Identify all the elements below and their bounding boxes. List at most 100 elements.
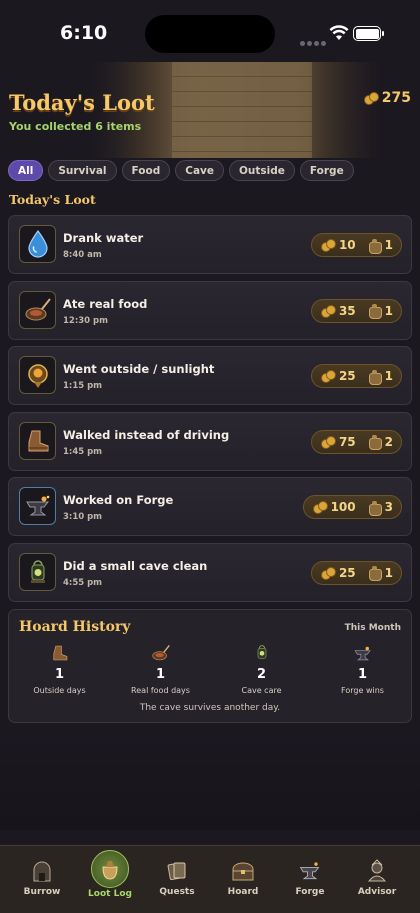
reward-items: 1 [384,565,393,580]
loot-sack-icon [368,369,382,385]
tab-burrow[interactable]: Burrow [7,846,77,913]
tab-advisor[interactable]: Advisor [342,846,412,913]
tab-quests[interactable]: Quests [142,846,212,913]
hoard-period[interactable]: This Month [345,623,401,633]
reward-coins: 25 [338,369,356,383]
sun-amulet-icon [19,356,56,394]
dynamic-island [145,15,275,53]
filter-survival[interactable]: Survival [48,160,117,181]
stat-outside-days: 1 Outside days [9,642,110,695]
page-title: Today's Loot [9,90,155,115]
hoard-footer: The cave survives another day. [139,703,281,713]
food-pan-icon [19,290,56,329]
reward-items: 1 [384,303,393,318]
loot-time: 1:15 pm [63,381,103,391]
stat-real-food-days: 1 Real food days [110,642,211,695]
anvil-icon [298,858,322,884]
status-bar: 6:10 [0,0,420,62]
stat-label: Forge wins [341,686,384,695]
reward-coins: 35 [338,303,356,318]
reward-pill: 25 1 [310,560,402,585]
tab-loot-log[interactable]: Loot Log [75,846,145,913]
filter-forge[interactable]: Forge [299,160,354,181]
loot-sack-icon [368,435,382,450]
loot-title: Did a small cave clean [63,558,208,573]
reward-coins: 10 [338,238,356,252]
boot-icon [49,642,71,664]
reward-items: 2 [384,434,393,449]
signal-icon [300,31,328,50]
loot-bag-icon [91,850,129,888]
status-time: 6:10 [60,22,108,44]
loot-item[interactable]: Went outside / sunlight 1:15 pm 25 1 [8,346,412,405]
advisor-icon [365,858,389,884]
loot-item[interactable]: Ate real food 12:30 pm 35 1 [8,280,412,340]
filter-cave[interactable]: Cave [175,160,224,181]
stat-forge-wins: 1 Forge wins [312,642,413,695]
loot-title: Drank water [63,231,144,245]
battery-icon [353,26,384,41]
stat-cave-care: 2 Cave care [211,642,312,695]
stat-value: 1 [54,667,65,682]
reward-pill: 25 1 [310,364,402,388]
reward-items: 3 [384,500,393,514]
reward-pill: 10 1 [310,233,402,257]
quest-cards-icon [165,858,189,884]
wifi-icon [329,25,349,40]
stat-label: Outside days [33,686,86,695]
reward-items: 1 [384,238,393,252]
water-drop-icon [19,225,56,263]
coins-icon [320,370,336,383]
treasure-chest-icon [231,858,255,884]
reward-pill: 75 2 [310,429,402,454]
tab-hoard[interactable]: Hoard [208,846,278,913]
loot-sack-icon [368,566,382,581]
food-pan-icon [150,642,172,664]
burrow-icon [30,858,54,884]
tab-label: Forge [295,887,325,897]
section-title: Today's Loot [9,192,96,207]
lantern-icon [251,642,273,664]
loot-title: Ate real food [63,296,148,311]
loot-item[interactable]: Walked instead of driving 1:45 pm 75 2 [8,411,412,471]
reward-coins: 25 [338,565,356,580]
stat-value: 2 [256,667,267,682]
loot-title: Went outside / sunlight [63,362,215,376]
stat-value: 1 [155,667,166,682]
coin-balance-value: 275 [381,90,411,106]
coins-icon [320,239,336,252]
coins-icon [312,501,328,514]
boot-icon [19,421,56,460]
reward-pill: 100 3 [302,495,402,519]
coin-balance: 275 [363,90,411,106]
hoard-stats: 1 Outside days 1 Real food days 2 Cave c… [9,642,413,695]
filter-outside[interactable]: Outside [229,160,295,181]
tab-label: Burrow [23,887,61,897]
tab-forge[interactable]: Forge [275,846,345,913]
coins-icon [320,566,336,580]
filter-all[interactable]: All [8,160,44,181]
page-subtitle: You collected 6 items [9,120,142,133]
hoard-history-title: Hoard History [19,619,131,635]
reward-items: 1 [384,369,393,383]
loot-time: 8:40 am [63,250,102,260]
loot-title: Walked instead of driving [63,427,230,442]
loot-time: 1:45 pm [63,446,103,457]
coins-icon [320,304,336,318]
hoard-history-card: Hoard History This Month 1 Outside days … [8,609,412,723]
loot-sack-icon [368,238,382,254]
reward-coins: 100 [330,500,356,514]
tab-label: Loot Log [88,889,132,899]
loot-item[interactable]: Worked on Forge 3:10 pm 100 3 [8,477,412,536]
filter-food[interactable]: Food [121,160,171,181]
coins-icon [320,435,336,449]
loot-item[interactable]: Did a small cave clean 4:55 pm 25 1 [8,542,412,602]
coins-icon [363,92,379,105]
tab-label: Quests [159,887,195,897]
filter-chips: All Survival Food Cave Outside Forge [8,160,354,181]
scroll-fade [0,730,420,830]
tab-label: Hoard [227,887,259,897]
reward-pill: 35 1 [310,298,402,323]
loot-item[interactable]: Drank water 8:40 am 10 1 [8,215,412,274]
loot-time: 4:55 pm [63,577,103,588]
